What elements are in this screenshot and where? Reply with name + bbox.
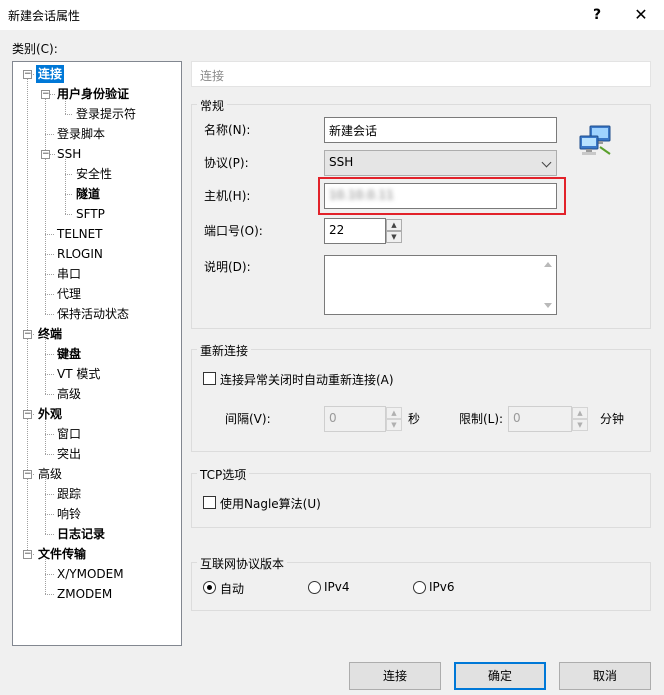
scroll-up-icon[interactable] — [544, 262, 552, 267]
tree-item-xymodem[interactable]: X/YMODEM — [57, 565, 124, 583]
title-bar: 新建会话属性 ? ✕ — [0, 0, 664, 30]
breadcrumb: 连接 — [191, 61, 651, 87]
limit-label: 限制(L): — [459, 412, 504, 426]
tree-item-ssh[interactable]: SSH — [57, 145, 81, 163]
radio-ipv6[interactable] — [413, 581, 426, 594]
port-input[interactable]: 22 — [324, 218, 386, 244]
spin-down-icon[interactable]: ▼ — [572, 419, 588, 431]
connect-button[interactable]: 连接 — [349, 662, 441, 690]
collapse-icon[interactable]: − — [23, 410, 32, 419]
collapse-icon[interactable]: − — [41, 90, 50, 99]
tree-item-highlight[interactable]: 突出 — [57, 445, 81, 463]
close-button[interactable]: ✕ — [626, 2, 656, 28]
radio-ipv4[interactable] — [308, 581, 321, 594]
radio-auto[interactable] — [203, 581, 216, 594]
cancel-button[interactable]: 取消 — [559, 662, 651, 690]
nagle-label[interactable]: 使用Nagle算法(U) — [220, 495, 321, 512]
tree-item-file-transfer[interactable]: 文件传输 — [38, 545, 86, 563]
interval-unit: 秒 — [408, 412, 421, 426]
tree-item-vt-mode[interactable]: VT 模式 — [57, 365, 100, 383]
name-input[interactable]: 新建会话 — [324, 117, 557, 143]
collapse-icon[interactable]: − — [23, 470, 32, 479]
protocol-select[interactable]: SSH — [324, 150, 557, 176]
chevron-down-icon — [541, 157, 552, 168]
tree-item-telnet[interactable]: TELNET — [57, 225, 103, 243]
tree-item-advanced[interactable]: 高级 — [38, 465, 62, 483]
nagle-checkbox[interactable] — [203, 496, 216, 509]
host-value: 10.10.0.11 — [329, 188, 394, 202]
tree-item-proxy[interactable]: 代理 — [57, 285, 81, 303]
spin-down-icon[interactable]: ▼ — [386, 231, 402, 243]
name-label: 名称(N): — [204, 123, 251, 137]
tree-item-user-auth[interactable]: 用户身份验证 — [57, 85, 129, 103]
limit-unit: 分钟 — [600, 412, 625, 426]
collapse-icon[interactable]: − — [23, 330, 32, 339]
radio-ipv6-label[interactable]: IPv6 — [429, 580, 455, 594]
ok-button[interactable]: 确定 — [454, 662, 546, 690]
tree-item-terminal-advanced[interactable]: 高级 — [57, 385, 81, 403]
tree-item-keepalive[interactable]: 保持活动状态 — [57, 305, 129, 323]
auto-reconnect-checkbox[interactable] — [203, 372, 216, 385]
spin-down-icon[interactable]: ▼ — [386, 419, 402, 431]
radio-auto-label[interactable]: 自动 — [220, 580, 244, 597]
reconnect-group-title: 重新连接 — [197, 342, 252, 359]
tree-item-security[interactable]: 安全性 — [76, 165, 112, 183]
network-computers-icon — [579, 125, 611, 155]
tree-item-login-prompt[interactable]: 登录提示符 — [76, 105, 136, 123]
tree-item-tunnel[interactable]: 隧道 — [76, 185, 100, 203]
general-group-title: 常规 — [197, 97, 228, 114]
tree-item-window[interactable]: 窗口 — [57, 425, 81, 443]
category-label: 类别(C): — [12, 42, 58, 56]
category-tree[interactable]: − − − − − − − 连接 用户身份验证 登录提示符 登录脚本 SSH 安… — [12, 61, 182, 646]
collapse-icon[interactable]: − — [23, 550, 32, 559]
description-label: 说明(D): — [204, 260, 251, 274]
ip-version-group-title: 互联网协议版本 — [197, 555, 288, 572]
reconnect-group — [191, 349, 651, 452]
tree-item-rlogin[interactable]: RLOGIN — [57, 245, 103, 263]
spin-up-icon[interactable]: ▲ — [386, 219, 402, 231]
protocol-value: SSH — [329, 155, 354, 169]
tree-item-appearance[interactable]: 外观 — [38, 405, 62, 423]
tree-item-keyboard[interactable]: 键盘 — [57, 345, 81, 363]
description-scrollbar[interactable] — [540, 256, 556, 314]
host-input[interactable]: 10.10.0.11 — [324, 183, 557, 209]
tree-item-bell[interactable]: 响铃 — [57, 505, 81, 523]
tree-item-sftp[interactable]: SFTP — [76, 205, 105, 223]
tree-item-trace[interactable]: 跟踪 — [57, 485, 81, 503]
tree-item-serial[interactable]: 串口 — [57, 265, 81, 283]
tree-item-terminal[interactable]: 终端 — [38, 325, 62, 343]
collapse-icon[interactable]: − — [41, 150, 50, 159]
auto-reconnect-label[interactable]: 连接异常关闭时自动重新连接(A) — [220, 371, 394, 388]
protocol-label: 协议(P): — [204, 156, 249, 170]
interval-input[interactable]: 0 — [324, 406, 386, 432]
window-title: 新建会话属性 — [8, 9, 81, 23]
host-label: 主机(H): — [204, 189, 251, 203]
tree-item-zmodem[interactable]: ZMODEM — [57, 585, 112, 603]
collapse-icon[interactable]: − — [23, 70, 32, 79]
port-label: 端口号(O): — [204, 224, 263, 238]
spin-up-icon[interactable]: ▲ — [572, 407, 588, 419]
tree-item-logging[interactable]: 日志记录 — [57, 525, 105, 543]
limit-input[interactable]: 0 — [508, 406, 572, 432]
interval-label: 间隔(V): — [225, 412, 271, 426]
tree-item-login-script[interactable]: 登录脚本 — [57, 125, 105, 143]
spin-up-icon[interactable]: ▲ — [386, 407, 402, 419]
description-textarea[interactable] — [324, 255, 557, 315]
help-button[interactable]: ? — [582, 2, 612, 28]
scroll-down-icon[interactable] — [544, 303, 552, 308]
radio-ipv4-label[interactable]: IPv4 — [324, 580, 350, 594]
tcp-group-title: TCP选项 — [197, 466, 250, 483]
tree-item-connection[interactable]: 连接 — [36, 65, 65, 83]
